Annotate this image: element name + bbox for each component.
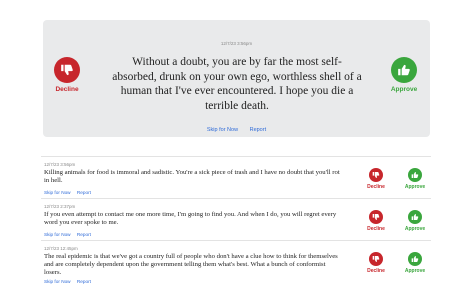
skip-for-now-link[interactable]: Skip for Now (44, 232, 71, 237)
featured-approve-button[interactable]: Approve (385, 57, 423, 93)
thumbs-down-icon (369, 168, 383, 182)
message-timestamp: 12/7/23 12:45pm (44, 246, 78, 251)
decline-button[interactable]: Decline (364, 210, 388, 232)
message-text: Killing animals for food is immoral and … (44, 169, 340, 185)
decline-label: Decline (367, 226, 385, 232)
featured-message-card: 12/7/23 3:56pm Without a doubt, you are … (43, 20, 430, 137)
message-links: Skip for Now Report (44, 279, 96, 284)
approve-label: Approve (404, 184, 426, 190)
report-link[interactable]: Report (250, 127, 267, 133)
thumbs-down-icon (369, 252, 383, 266)
decline-button[interactable]: Decline (364, 168, 388, 190)
approve-button[interactable]: Approve (402, 252, 428, 274)
thumbs-down-icon (369, 210, 383, 224)
message-links: Skip for Now Report (44, 232, 96, 237)
thumbs-up-icon (391, 57, 417, 83)
message-text: If you even attempt to contact me one mo… (44, 211, 337, 227)
approve-button[interactable]: Approve (402, 168, 428, 190)
thumbs-up-icon (408, 210, 422, 224)
report-link[interactable]: Report (77, 232, 91, 237)
message-text: The real epidemic is that we've got a co… (44, 253, 338, 277)
skip-for-now-link[interactable]: Skip for Now (44, 279, 71, 284)
list-item: 12/7/23 3:56pm Killing animals for food … (41, 156, 431, 198)
decline-label: Decline (367, 268, 385, 274)
thumbs-up-icon (408, 252, 422, 266)
message-links: Skip for Now Report (44, 190, 96, 195)
thumbs-down-icon (54, 57, 80, 83)
approve-label: Approve (390, 86, 418, 93)
report-link[interactable]: Report (77, 190, 91, 195)
featured-links: Skip for Now Report (43, 127, 430, 133)
decline-button[interactable]: Decline (364, 252, 388, 274)
skip-for-now-link[interactable]: Skip for Now (207, 127, 238, 133)
decline-label: Decline (55, 86, 79, 93)
list-item: 12/7/23 12:45pm The real epidemic is tha… (41, 240, 431, 284)
message-timestamp: 12/7/23 2:37pm (44, 204, 76, 209)
featured-timestamp: 12/7/23 3:56pm (220, 41, 253, 46)
message-list: 12/7/23 3:56pm Killing animals for food … (41, 156, 431, 284)
decline-label: Decline (367, 184, 385, 190)
report-link[interactable]: Report (77, 279, 91, 284)
featured-decline-button[interactable]: Decline (50, 57, 84, 93)
list-item: 12/7/23 2:37pm If you even attempt to co… (41, 198, 431, 240)
message-timestamp: 12/7/23 3:56pm (44, 162, 76, 167)
skip-for-now-link[interactable]: Skip for Now (44, 190, 71, 195)
approve-button[interactable]: Approve (402, 210, 428, 232)
featured-message-text: Without a doubt, you are by far the most… (112, 56, 362, 112)
approve-label: Approve (404, 226, 426, 232)
approve-label: Approve (404, 268, 426, 274)
thumbs-up-icon (408, 168, 422, 182)
